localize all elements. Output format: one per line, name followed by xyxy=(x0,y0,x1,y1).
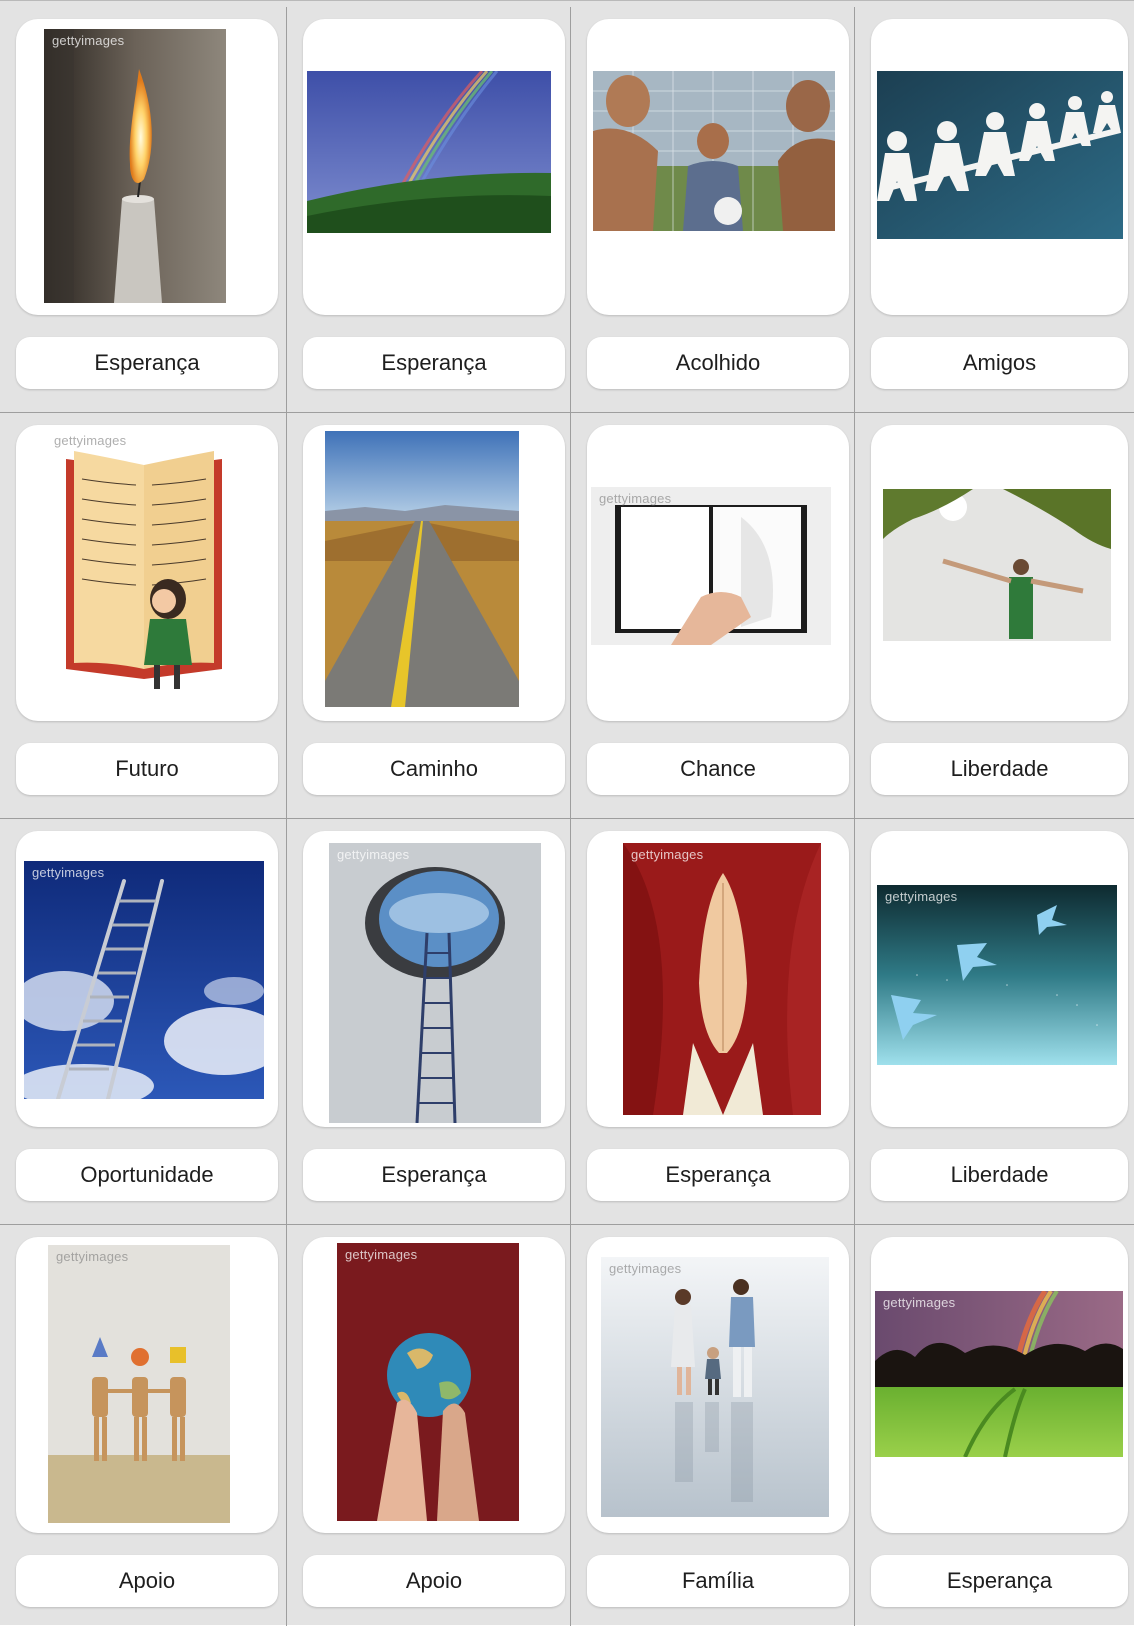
card-futuro: gettyimages Futuro xyxy=(0,413,287,819)
card-oportunidade: gettyimages Oportunidade xyxy=(0,819,287,1225)
watermark: gettyimages xyxy=(631,847,704,862)
photo-card: gettyimages xyxy=(871,831,1128,1127)
girl-book-image: gettyimages xyxy=(46,429,242,701)
card-liberdade-angels: gettyimages Liberdade xyxy=(855,819,1134,1225)
card-label: Futuro xyxy=(16,743,278,795)
photo-card: gettyimages xyxy=(16,425,278,721)
watermark: gettyimages xyxy=(609,1261,682,1276)
photo-card xyxy=(587,19,849,315)
card-esperanca-hole: gettyimages Esperança xyxy=(287,819,571,1225)
card-label: Esperança xyxy=(871,1555,1128,1607)
card-amigos: Amigos xyxy=(855,7,1134,413)
card-esperanca-rainbow: Esperança xyxy=(287,7,571,413)
ladder-sky-image: gettyimages xyxy=(24,861,264,1099)
family-image: gettyimages xyxy=(601,1257,829,1517)
card-apoio-mannequins: gettyimages Apoio xyxy=(0,1225,287,1626)
photo-card xyxy=(871,19,1128,315)
photo-card: gettyimages xyxy=(871,1237,1128,1533)
blank-book-image: gettyimages xyxy=(591,487,831,645)
card-label: Liberdade xyxy=(871,1149,1128,1201)
praying-hands-image: gettyimages xyxy=(623,843,821,1115)
watermark: gettyimages xyxy=(56,1249,129,1264)
photo-card xyxy=(303,425,565,721)
watermark: gettyimages xyxy=(885,889,958,904)
card-label: Chance xyxy=(587,743,849,795)
watermark: gettyimages xyxy=(345,1247,418,1262)
card-grid: gettyimages Esperança Esperança Acolhido… xyxy=(0,7,1134,1626)
card-label: Esperança xyxy=(303,337,565,389)
rainbow-image xyxy=(307,71,551,233)
watermark: gettyimages xyxy=(883,1295,956,1310)
watermark: gettyimages xyxy=(337,847,410,862)
card-chance: gettyimages Chance xyxy=(571,413,855,819)
rainbow-field-image: gettyimages xyxy=(875,1291,1123,1457)
card-label: Esperança xyxy=(587,1149,849,1201)
photo-card: gettyimages xyxy=(16,831,278,1127)
photo-card: gettyimages xyxy=(303,1237,565,1533)
card-label: Apoio xyxy=(16,1555,278,1607)
card-label: Caminho xyxy=(303,743,565,795)
card-apoio-globe: gettyimages Apoio xyxy=(287,1225,571,1626)
soccer-boys-image xyxy=(593,71,835,231)
road-image xyxy=(325,431,519,707)
card-familia: gettyimages Família xyxy=(571,1225,855,1626)
photo-card: gettyimages xyxy=(16,19,278,315)
flashcard-sheet: gettyimages Esperança Esperança Acolhido… xyxy=(0,0,1134,1626)
card-label: Amigos xyxy=(871,337,1128,389)
paper-dolls-image xyxy=(877,71,1123,239)
mannequins-image: gettyimages xyxy=(48,1245,230,1523)
card-label: Liberdade xyxy=(871,743,1128,795)
card-label: Esperança xyxy=(16,337,278,389)
photo-card xyxy=(303,19,565,315)
card-liberdade-man: Liberdade xyxy=(855,413,1134,819)
card-label: Apoio xyxy=(303,1555,565,1607)
card-label: Acolhido xyxy=(587,337,849,389)
photo-card: gettyimages xyxy=(16,1237,278,1533)
card-esperanca-candle: gettyimages Esperança xyxy=(0,7,287,413)
globe-hands-image: gettyimages xyxy=(337,1243,519,1521)
card-label: Esperança xyxy=(303,1149,565,1201)
flying-angels-image: gettyimages xyxy=(877,885,1117,1065)
watermark: gettyimages xyxy=(54,433,127,448)
photo-card: gettyimages xyxy=(587,425,849,721)
watermark: gettyimages xyxy=(599,491,672,506)
photo-card: gettyimages xyxy=(587,831,849,1127)
man-arms-open-image xyxy=(883,489,1111,641)
ladder-hole-image: gettyimages xyxy=(329,843,541,1123)
watermark: gettyimages xyxy=(32,865,105,880)
photo-card: gettyimages xyxy=(587,1237,849,1533)
card-esperanca-praying: gettyimages Esperança xyxy=(571,819,855,1225)
candle-image: gettyimages xyxy=(44,29,226,303)
card-acolhido: Acolhido xyxy=(571,7,855,413)
watermark: gettyimages xyxy=(52,33,125,48)
card-caminho: Caminho xyxy=(287,413,571,819)
photo-card xyxy=(871,425,1128,721)
card-esperanca-field: gettyimages Esperança xyxy=(855,1225,1134,1626)
photo-card: gettyimages xyxy=(303,831,565,1127)
card-label: Oportunidade xyxy=(16,1149,278,1201)
card-label: Família xyxy=(587,1555,849,1607)
